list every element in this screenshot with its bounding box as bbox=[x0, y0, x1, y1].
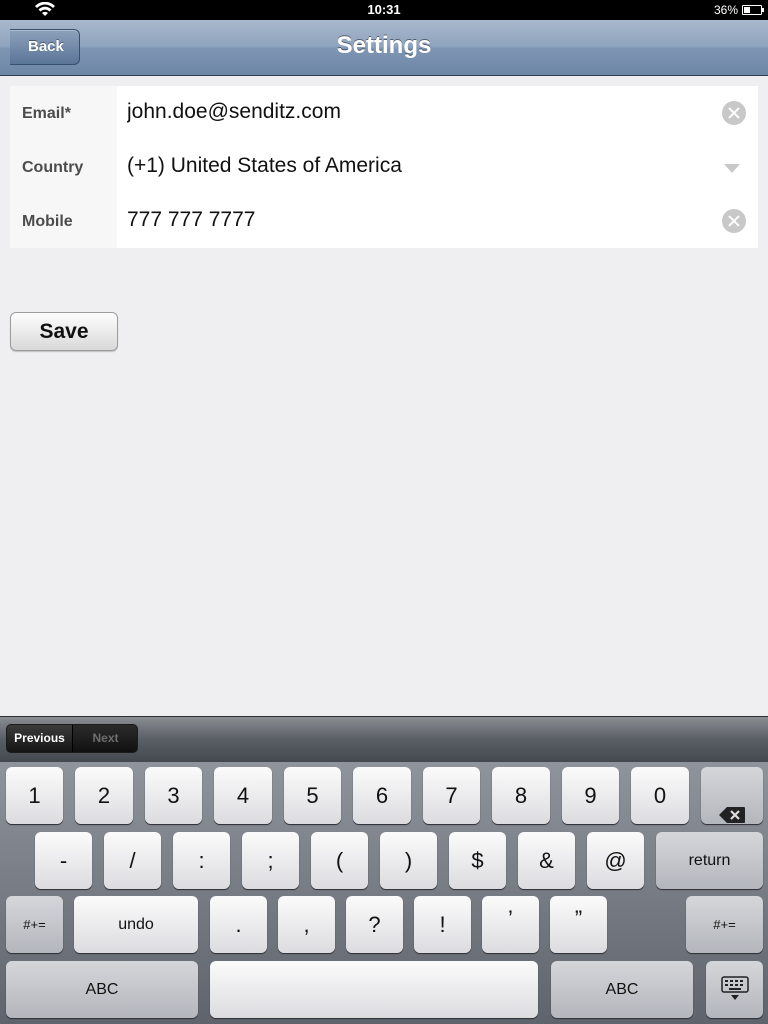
key-close-paren[interactable]: ) bbox=[380, 832, 437, 889]
prev-next-control: Previous Next bbox=[6, 724, 138, 753]
key-ampersand[interactable]: & bbox=[518, 832, 575, 889]
battery-icon bbox=[742, 5, 764, 15]
key-dash[interactable]: - bbox=[35, 832, 92, 889]
navigation-bar: Back Settings bbox=[0, 20, 768, 76]
abc-key-right[interactable]: ABC bbox=[551, 961, 693, 1018]
key-period[interactable]: . bbox=[210, 896, 267, 953]
battery-percent: 36% bbox=[713, 3, 738, 17]
key-exclamation[interactable]: ! bbox=[414, 896, 471, 953]
key-5[interactable]: 5 bbox=[284, 767, 341, 824]
key-open-paren[interactable]: ( bbox=[311, 832, 368, 889]
clear-icon[interactable] bbox=[722, 209, 746, 233]
key-7[interactable]: 7 bbox=[423, 767, 480, 824]
key-0[interactable]: 0 bbox=[631, 767, 689, 824]
key-apostrophe[interactable]: ’ bbox=[482, 896, 539, 953]
previous-button[interactable]: Previous bbox=[7, 725, 73, 752]
key-2[interactable]: 2 bbox=[75, 767, 133, 824]
key-4[interactable]: 4 bbox=[214, 767, 272, 824]
symbols-key-left[interactable]: #+= bbox=[6, 896, 63, 953]
mobile-field[interactable] bbox=[127, 208, 707, 232]
status-time: 10:31 bbox=[367, 2, 401, 17]
undo-key[interactable]: undo bbox=[74, 896, 198, 953]
keyboard: 1 2 3 4 5 6 7 8 9 0 - / : ; ( ) $ & @ re… bbox=[0, 762, 768, 1024]
key-question[interactable]: ? bbox=[346, 896, 403, 953]
status-bar: 10:31 36% bbox=[0, 0, 768, 20]
key-at[interactable]: @ bbox=[587, 832, 644, 889]
space-key[interactable] bbox=[210, 961, 538, 1018]
email-field[interactable] bbox=[127, 100, 707, 124]
save-button[interactable]: Save bbox=[10, 312, 118, 351]
backspace-key[interactable] bbox=[701, 767, 763, 824]
key-quote[interactable]: ” bbox=[550, 896, 607, 953]
country-label: Country bbox=[22, 159, 84, 176]
hide-keyboard-key[interactable] bbox=[706, 961, 763, 1018]
email-field-container[interactable] bbox=[117, 86, 758, 140]
key-1[interactable]: 1 bbox=[6, 767, 63, 824]
key-8[interactable]: 8 bbox=[492, 767, 550, 824]
keyboard-toolbar: Previous Next bbox=[0, 716, 768, 762]
clear-icon[interactable] bbox=[722, 101, 746, 125]
return-key[interactable]: return bbox=[656, 832, 763, 889]
mobile-field-container[interactable] bbox=[117, 194, 758, 248]
key-semicolon[interactable]: ; bbox=[242, 832, 299, 889]
key-dollar[interactable]: $ bbox=[449, 832, 506, 889]
country-value: (+1) United States of America bbox=[127, 154, 402, 177]
country-row: Country (+1) United States of America bbox=[10, 140, 758, 194]
page-title: Settings bbox=[336, 32, 432, 59]
hide-keyboard-icon bbox=[720, 976, 749, 1000]
settings-form: Email* Country (+1) United States of Ame… bbox=[10, 86, 758, 248]
email-label: Email* bbox=[22, 105, 71, 122]
country-select[interactable]: (+1) United States of America bbox=[117, 140, 758, 194]
key-6[interactable]: 6 bbox=[353, 767, 411, 824]
mobile-label: Mobile bbox=[22, 213, 73, 230]
key-colon[interactable]: : bbox=[173, 832, 230, 889]
next-button[interactable]: Next bbox=[73, 725, 137, 752]
key-9[interactable]: 9 bbox=[562, 767, 619, 824]
backspace-icon bbox=[719, 787, 745, 824]
key-slash[interactable]: / bbox=[104, 832, 161, 889]
dropdown-icon bbox=[724, 164, 740, 173]
mobile-row: Mobile bbox=[10, 194, 758, 248]
key-comma[interactable]: , bbox=[278, 896, 335, 953]
abc-key-left[interactable]: ABC bbox=[6, 961, 198, 1018]
email-row: Email* bbox=[10, 86, 758, 140]
symbols-key-right[interactable]: #+= bbox=[686, 896, 763, 953]
key-3[interactable]: 3 bbox=[145, 767, 202, 824]
